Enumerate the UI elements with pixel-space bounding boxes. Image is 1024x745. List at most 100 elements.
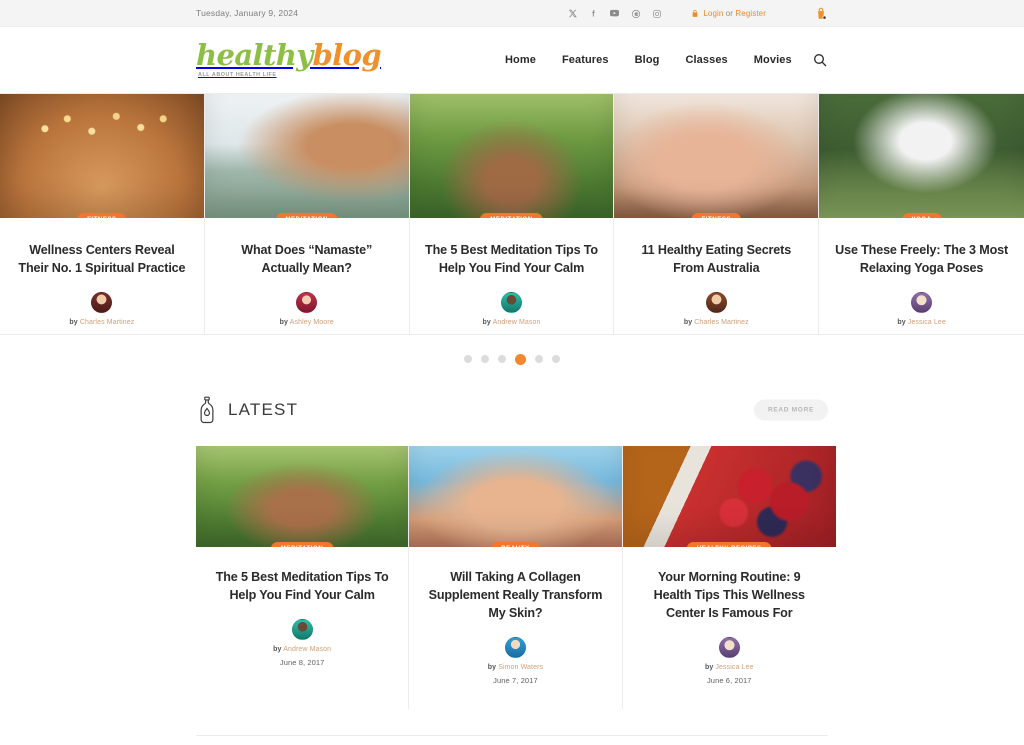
slide-image[interactable]: MEDITATION	[409, 94, 614, 218]
avatar	[705, 291, 727, 313]
search-icon[interactable]	[812, 27, 828, 93]
instagram-icon[interactable]	[646, 0, 667, 27]
avatar	[504, 636, 526, 658]
carousel-dot[interactable]	[535, 355, 543, 363]
post-title[interactable]: Will Taking A Collagen Supplement Really…	[424, 569, 606, 623]
avatar	[291, 618, 313, 640]
author-name[interactable]: Andrew Mason	[493, 319, 541, 326]
post-title[interactable]: The 5 Best Meditation Tips To Help You F…	[211, 569, 393, 605]
by-label: by	[69, 318, 78, 326]
nav-item-blog[interactable]: Blog	[635, 54, 660, 66]
category-badge[interactable]: MEDITATION	[275, 213, 338, 218]
post-title[interactable]: The 5 Best Meditation Tips To Help You F…	[424, 242, 600, 278]
avatar	[718, 636, 740, 658]
latest-header: LATEST READ MORE	[196, 383, 828, 437]
slide-body: The 5 Best Meditation Tips To Help You F…	[410, 218, 614, 334]
logo-text-healthy: healthy	[196, 38, 313, 73]
category-badge[interactable]: FITNESS	[77, 213, 127, 218]
avatar	[296, 291, 318, 313]
carousel-pagination[interactable]	[0, 335, 1024, 383]
carousel-dot[interactable]	[498, 355, 506, 363]
login-register-link[interactable]: Login or Register	[691, 9, 766, 18]
avatar	[911, 291, 933, 313]
carousel-slide[interactable]: MEDITATION What Does “Namaste” Actually …	[204, 94, 410, 334]
slide-image[interactable]: YOGA	[819, 94, 1024, 218]
slide-image[interactable]: FITNESS	[0, 94, 204, 218]
logo-wordmark: healthyblog	[196, 38, 382, 73]
author-name[interactable]: Ashley Moore	[290, 319, 334, 326]
card-body: Your Morning Routine: 9 Health Tips This…	[623, 547, 836, 709]
youtube-icon[interactable]	[604, 0, 625, 27]
post-date: June 8, 2017	[279, 657, 325, 667]
carousel-slide[interactable]: FITNESS 11 Healthy Eating Secrets From A…	[614, 94, 820, 334]
by-label: by	[704, 663, 714, 671]
latest-post-card[interactable]: MEDITATION The 5 Best Meditation Tips To…	[196, 446, 410, 709]
author-name[interactable]: Jessica Lee	[908, 319, 946, 326]
site-logo[interactable]: healthyblog ALL ABOUT HEALTH LIFE	[196, 38, 382, 78]
post-title[interactable]: What Does “Namaste” Actually Mean?	[219, 242, 395, 278]
post-byline: by Jessica Lee	[897, 319, 946, 326]
slide-image[interactable]: FITNESS	[614, 94, 819, 218]
post-byline: by Jessica Lee	[705, 664, 754, 671]
login-link[interactable]: Login	[703, 9, 723, 18]
category-badge[interactable]: MEDITATION	[480, 213, 543, 218]
featured-carousel[interactable]: FITNESS Wellness Centers Reveal Their No…	[0, 93, 1024, 335]
logo-text-blog: blog	[312, 38, 381, 73]
facebook-icon[interactable]	[583, 0, 604, 27]
register-link[interactable]: Register	[735, 9, 766, 18]
post-byline: by Charles Martinez	[69, 319, 134, 326]
nav-item-features[interactable]: Features	[562, 54, 609, 66]
author-name[interactable]: Jessica Lee	[715, 664, 753, 671]
post-byline: by Charles Martinez	[684, 319, 749, 326]
carousel-slide[interactable]: MEDITATION The 5 Best Meditation Tips To…	[409, 94, 615, 334]
slide-body: Use These Freely: The 3 Most Relaxing Yo…	[819, 218, 1024, 334]
card-body: The 5 Best Meditation Tips To Help You F…	[196, 547, 408, 691]
slide-image[interactable]: MEDITATION	[204, 94, 409, 218]
carousel-dot[interactable]	[481, 355, 489, 363]
card-image[interactable]: HEALTHY RECIPES	[622, 446, 836, 547]
nav-item-home[interactable]: Home	[505, 54, 536, 66]
section-divider	[196, 734, 828, 736]
by-label: by	[683, 318, 693, 326]
post-title[interactable]: 11 Healthy Eating Secrets From Australia	[628, 242, 804, 278]
category-badge[interactable]: MEDITATION	[270, 542, 334, 547]
carousel-slide[interactable]: YOGA Use These Freely: The 3 Most Relaxi…	[819, 94, 1024, 334]
post-byline: by Andrew Mason	[483, 319, 541, 326]
post-title[interactable]: Your Morning Routine: 9 Health Tips This…	[638, 569, 821, 623]
card-image[interactable]: MEDITATION	[196, 446, 409, 547]
image-shade	[0, 94, 204, 218]
cart-icon[interactable]	[814, 6, 828, 21]
author-name[interactable]: Simon Waters	[498, 664, 543, 671]
image-shade	[614, 94, 818, 218]
category-badge[interactable]: YOGA	[901, 213, 942, 218]
nav-item-classes[interactable]: Classes	[685, 54, 727, 66]
post-title[interactable]: Use These Freely: The 3 Most Relaxing Yo…	[833, 242, 1010, 278]
carousel-dot[interactable]	[464, 355, 472, 363]
latest-section: LATEST READ MORE MEDITATION The 5 Best M…	[0, 383, 1024, 709]
author-name[interactable]: Charles Martinez	[80, 319, 135, 326]
latest-post-card[interactable]: BEAUTY Will Taking A Collagen Supplement…	[409, 446, 623, 709]
pinterest-icon[interactable]	[625, 0, 646, 27]
auth-text[interactable]: Login or Register	[703, 9, 766, 18]
post-date: June 6, 2017	[706, 675, 752, 685]
read-more-button[interactable]: READ MORE	[753, 399, 828, 421]
carousel-slide[interactable]: FITNESS Wellness Centers Reveal Their No…	[0, 94, 205, 334]
author-name[interactable]: Andrew Mason	[283, 646, 331, 653]
author-name[interactable]: Charles Martinez	[694, 319, 749, 326]
latest-post-card[interactable]: HEALTHY RECIPES Your Morning Routine: 9 …	[622, 446, 836, 709]
nav-item-movies[interactable]: Movies	[754, 54, 792, 66]
x-twitter-icon[interactable]	[562, 0, 583, 27]
category-badge[interactable]: FITNESS	[691, 213, 742, 218]
carousel-dot[interactable]	[552, 355, 560, 363]
lock-icon	[691, 9, 699, 18]
category-badge[interactable]: HEALTHY RECIPES	[686, 542, 772, 547]
current-date: Tuesday, January 9, 2024	[196, 8, 299, 18]
post-title[interactable]: Wellness Centers Reveal Their No. 1 Spir…	[14, 242, 190, 278]
card-image[interactable]: BEAUTY	[409, 446, 622, 547]
by-label: by	[482, 318, 491, 326]
image-shade	[819, 94, 1024, 218]
carousel-dot-active[interactable]	[515, 353, 526, 365]
bottle-drop-icon	[196, 396, 218, 424]
avatar	[91, 291, 113, 313]
category-badge[interactable]: BEAUTY	[491, 542, 540, 547]
